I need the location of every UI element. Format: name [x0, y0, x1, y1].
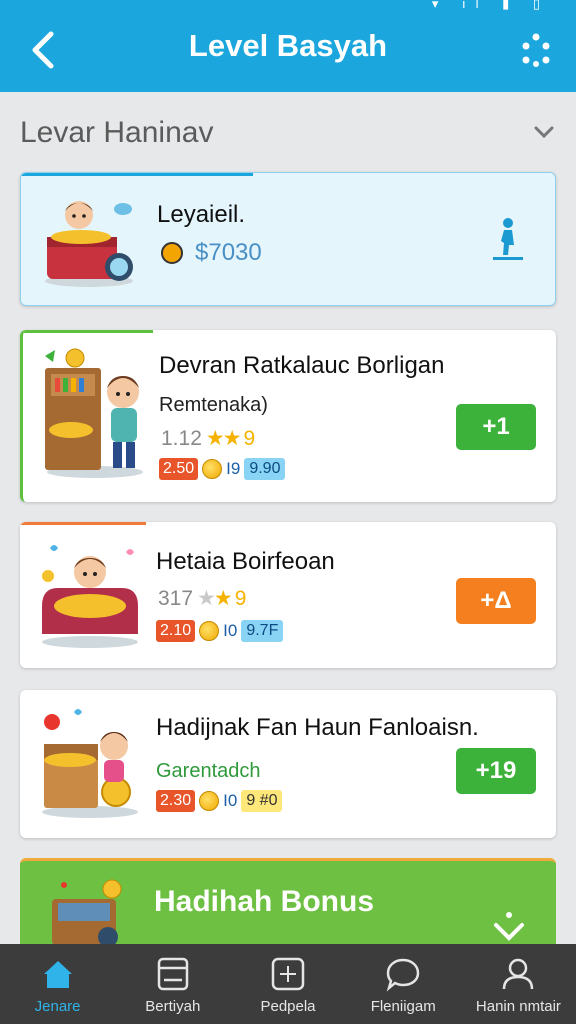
nav-label: Hanin nmtair	[475, 998, 561, 1015]
level-tag: 2.30	[156, 790, 196, 812]
level-tag: 2.50	[159, 458, 199, 480]
action-button[interactable]: +Δ	[456, 578, 536, 624]
card-title: Hadijnak Fan Haun Fanloaisn.	[156, 714, 479, 741]
tag-row: 2.10 I0 9.7F	[156, 620, 284, 642]
rating-suffix: 9	[234, 586, 247, 610]
rating-suffix: 9	[243, 426, 256, 450]
bonus-card[interactable]: Hadihah Bonus	[20, 858, 556, 958]
card-subtitle: Garentadch	[156, 760, 261, 782]
nav-label: Jenare	[34, 998, 81, 1015]
nav-item-chat[interactable]: Fleniigam	[346, 944, 461, 1024]
child-coin-box-illustration	[42, 709, 138, 818]
nav-item-home[interactable]: Jenare	[0, 944, 115, 1024]
child-coin-sofa-illustration	[42, 545, 138, 648]
coin-count: I9	[226, 459, 241, 478]
level-card[interactable]: Leyaieil. $7030	[20, 172, 556, 306]
coin-icon	[202, 459, 223, 479]
nav-item-card[interactable]: Bertiyah	[115, 944, 230, 1024]
nav-item-gift[interactable]: Pedpela	[230, 944, 345, 1024]
child-treasure-chest-illustration	[45, 201, 133, 287]
action-button[interactable]: +1	[456, 404, 536, 450]
section-collapse-button[interactable]	[532, 120, 556, 144]
level-card[interactable]: Hadijnak Fan Haun Fanloaisn. Garentadch …	[20, 690, 556, 838]
rating-value: 1.12	[161, 426, 202, 450]
coin-count: I0	[223, 621, 238, 640]
card-accent	[21, 173, 253, 176]
card-title: Devran Ratkalauc Borligan	[159, 352, 445, 379]
score-badge: 9 #0	[241, 790, 283, 812]
status-icons: ▾ ıl ▮ ▯	[431, 0, 550, 11]
rating-row: 1.12 ★★ 9	[161, 426, 255, 451]
card-title: Hetaia Boirfeoan	[156, 548, 335, 575]
coin-icon	[199, 791, 220, 811]
price-row: $7030	[161, 239, 262, 267]
card-subtitle: Remtenaka)	[159, 394, 268, 416]
chevron-down-icon[interactable]	[492, 909, 526, 943]
card-accent	[20, 522, 146, 525]
score-badge: 9.7F	[241, 620, 284, 642]
bottom-navigation: Jenare Bertiyah Pedpela Fleniigam Hanin …	[0, 944, 576, 1024]
rating-row: 317 ★★ 9	[158, 586, 246, 611]
gift-box-icon	[271, 957, 305, 991]
nav-item-profile[interactable]: Hanin nmtair	[461, 944, 576, 1024]
level-tag: 2.10	[156, 620, 196, 642]
action-button[interactable]: +19	[456, 748, 536, 794]
card-accent	[23, 330, 153, 333]
gift-chest-illustration	[52, 879, 122, 947]
section-title: Levar Haninav	[20, 116, 214, 149]
tag-row: 2.30 I0 9 #0	[156, 790, 283, 812]
card-icon	[157, 957, 189, 991]
child-shop-shelf-illustration	[45, 348, 143, 478]
nav-label: Pedpela	[260, 998, 316, 1015]
menu-button[interactable]	[520, 32, 552, 68]
page-title: Level Basyah	[188, 28, 388, 63]
coin-icon	[199, 621, 220, 641]
price-value: $7030	[195, 239, 262, 266]
walking-person-icon[interactable]	[491, 215, 525, 263]
tag-row: 2.50 I9 9.90	[159, 458, 286, 480]
nav-label: Fleniigam	[370, 998, 436, 1015]
chat-bubble-icon	[386, 958, 420, 992]
score-badge: 9.90	[244, 458, 286, 480]
home-icon	[43, 961, 72, 988]
bonus-title: Hadihah Bonus	[154, 885, 375, 918]
star-rating-icon: ★★	[205, 427, 242, 450]
chevron-down-icon	[534, 126, 554, 139]
coin-count: I0	[223, 791, 238, 810]
profile-icon	[503, 958, 534, 990]
card-title: Leyaieil.	[157, 201, 246, 228]
seal-icon	[161, 242, 183, 264]
level-card[interactable]: Hetaia Boirfeoan 317 ★★ 9 2.10 I0 9.7F +…	[20, 522, 556, 668]
nav-label: Bertiyah	[145, 998, 201, 1015]
star-rating-icon: ★★	[197, 587, 233, 610]
rating-value: 317	[158, 586, 194, 610]
dots-grid-icon	[522, 33, 550, 67]
level-card[interactable]: Devran Ratkalauc Borligan Remtenaka) 1.1…	[20, 330, 556, 502]
